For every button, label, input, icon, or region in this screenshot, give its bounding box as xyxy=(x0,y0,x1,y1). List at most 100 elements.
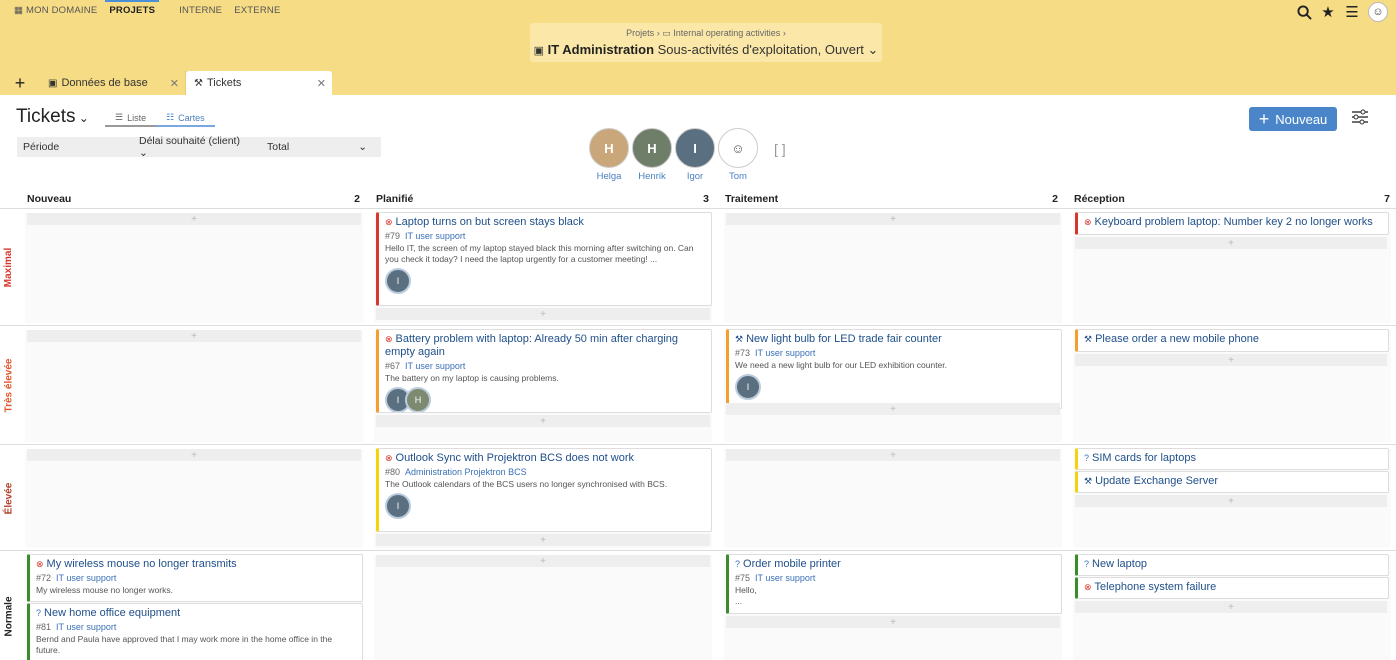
add-card-button[interactable]: + xyxy=(1075,354,1387,366)
incident-icon: ⊗ xyxy=(1084,217,1092,227)
close-icon[interactable]: ✕ xyxy=(170,77,179,90)
add-card-button[interactable]: + xyxy=(376,415,710,427)
filter-bar: Période Délai souhaité (client) ⌄ Total ⌄ xyxy=(17,135,381,159)
ticket-card-81[interactable]: ? New home office equipment #81 IT user su… xyxy=(27,603,363,660)
person-tom[interactable]: ☺ Tom xyxy=(717,128,759,182)
ticket-card-79[interactable]: ⊗ Laptop turns on but screen stays black … xyxy=(376,212,712,306)
filter-total[interactable]: Total ⌄ xyxy=(255,141,375,153)
add-card-button[interactable]: + xyxy=(27,449,361,461)
lane-cell xyxy=(724,213,1062,323)
ticket-card-75[interactable]: ? Order mobile printer #75 IT user support… xyxy=(726,554,1062,614)
chevron-down-icon: ⌄ xyxy=(867,42,879,57)
ticket-card-73[interactable]: ⚒ New light bulb for LED trade fair count… xyxy=(726,329,1062,409)
tab-tickets[interactable]: ⚒ Tickets ✕ xyxy=(186,71,332,95)
cards-icon: ☷ xyxy=(166,112,175,122)
add-card-button[interactable]: + xyxy=(376,555,710,567)
swimlane-elevee: Élevée + ⊗ Outlook Sync with Projektron B… xyxy=(0,444,1396,550)
column-header-reception: Réception 7 xyxy=(1074,193,1390,205)
swimlane-normale: Normale ⊗ My wireless mouse no longer tra… xyxy=(0,550,1396,660)
add-card-button[interactable]: + xyxy=(726,449,1060,461)
add-card-button[interactable]: + xyxy=(27,213,361,225)
ticket-card-mobile-phone[interactable]: ⚒ Please order a new mobile phone xyxy=(1075,329,1389,352)
nav-interne[interactable]: Interne xyxy=(167,5,234,16)
ticket-card-sim-cards[interactable]: ? SIM cards for laptops xyxy=(1075,448,1389,470)
breadcrumb-separator: › xyxy=(782,28,786,38)
avatar: H xyxy=(405,387,431,412)
lane-cell xyxy=(25,213,363,323)
ticket-card-67[interactable]: ⊗ Battery problem with laptop: Already 50… xyxy=(376,329,712,413)
add-card-button[interactable]: + xyxy=(726,403,1060,415)
project-header: Projets › ▭ Internal operating activitie… xyxy=(530,23,882,62)
nav-projets[interactable]: Projets xyxy=(105,0,167,16)
column-header-nouveau: Nouveau 2 xyxy=(27,193,360,205)
chevron-down-icon: ⌄ xyxy=(75,111,89,125)
search-icon[interactable] xyxy=(1296,4,1312,20)
avatar: ☺ xyxy=(718,128,758,168)
add-card-button[interactable]: + xyxy=(376,308,710,320)
menu-icon[interactable]: ☰ xyxy=(1344,4,1360,21)
new-ticket-button[interactable]: + Nouveau xyxy=(1249,107,1337,131)
person-henrik[interactable]: H Henrik xyxy=(631,128,673,182)
people-filter: H Helga H Henrik I Igor ☺ Tom xyxy=(588,128,759,182)
page-title[interactable]: Tickets ⌄ xyxy=(16,106,89,128)
ticket-card-keyboard[interactable]: ⊗ Keyboard problem laptop: Number key 2 n… xyxy=(1075,212,1389,235)
person-igor[interactable]: I Igor xyxy=(674,128,716,182)
incident-icon: ⊗ xyxy=(385,453,393,463)
app-root: ▦ Mon domaine Projets Interne Externe ★ … xyxy=(0,0,1396,660)
main-nav: ▦ Mon domaine Projets Interne Externe xyxy=(14,0,293,16)
breadcrumb-separator: › xyxy=(656,28,660,38)
tab-donnees-de-base[interactable]: ▣ Données de base ✕ xyxy=(40,71,186,95)
add-card-button[interactable]: + xyxy=(1075,237,1387,249)
chevron-down-icon: ⌄ xyxy=(139,147,148,159)
add-card-button[interactable]: + xyxy=(726,616,1060,628)
breadcrumb-internal[interactable]: Internal operating activities xyxy=(673,28,780,38)
ticket-card-80[interactable]: ⊗ Outlook Sync with Projektron BCS does n… xyxy=(376,448,712,532)
nav-externe[interactable]: Externe xyxy=(234,5,292,16)
star-icon[interactable]: ★ xyxy=(1320,4,1336,21)
expand-icon[interactable]: [ ] xyxy=(774,141,786,157)
add-card-button[interactable]: + xyxy=(27,330,361,342)
list-icon: ☰ xyxy=(115,112,124,122)
add-card-button[interactable]: + xyxy=(1075,495,1387,507)
lane-cell xyxy=(374,555,712,660)
tools-icon: ⚒ xyxy=(194,77,203,89)
project-icon: ▣ xyxy=(48,77,58,89)
lane-label: Élevée xyxy=(3,482,15,514)
question-icon: ? xyxy=(735,559,741,569)
nav-mon-domaine[interactable]: ▦ Mon domaine xyxy=(14,5,109,16)
incident-icon: ⊗ xyxy=(1084,582,1092,592)
close-icon[interactable]: ✕ xyxy=(317,77,326,90)
avatar: H xyxy=(589,128,629,168)
avatar: I xyxy=(385,493,411,519)
add-card-button[interactable]: + xyxy=(726,213,1060,225)
plus-icon: + xyxy=(1258,108,1270,129)
settings-sliders-icon[interactable] xyxy=(1351,109,1369,130)
avatar: I xyxy=(735,374,761,400)
column-header-planifie: Planifié 3 xyxy=(376,193,709,205)
question-icon: ? xyxy=(36,608,42,618)
incident-icon: ⊗ xyxy=(36,559,44,569)
add-card-button[interactable]: + xyxy=(376,534,710,546)
project-title[interactable]: ▣ IT Administration Sous-activités d'exp… xyxy=(530,42,882,58)
filter-period[interactable]: Période xyxy=(17,141,127,153)
view-cards-button[interactable]: ☷ Cartes xyxy=(156,110,215,127)
chevron-down-icon: ⌄ xyxy=(358,141,367,153)
add-tab-button[interactable]: + xyxy=(0,71,40,95)
view-list-button[interactable]: ☰ Liste xyxy=(105,110,157,127)
swimlane-tres-elevee: Très élevée + ⊗ Battery problem with lapt… xyxy=(0,325,1396,444)
lane-label: Normale xyxy=(3,595,15,637)
lane-cell xyxy=(724,449,1062,548)
person-helga[interactable]: H Helga xyxy=(588,128,630,182)
ticket-card-exchange[interactable]: ⚒ Update Exchange Server xyxy=(1075,471,1389,493)
ticket-card-telephone[interactable]: ⊗ Telephone system failure xyxy=(1075,577,1389,599)
user-avatar[interactable]: ☺ xyxy=(1368,2,1388,22)
filter-deadline[interactable]: Délai souhaité (client) ⌄ xyxy=(127,135,255,159)
add-card-button[interactable]: + xyxy=(1075,601,1387,613)
breadcrumb: Projets › ▭ Internal operating activitie… xyxy=(530,28,882,39)
swimlane-maximal: Maximal + ⊗ Laptop turns on but screen st… xyxy=(0,208,1396,325)
ticket-card-new-laptop[interactable]: ? New laptop xyxy=(1075,554,1389,576)
ticket-card-72[interactable]: ⊗ My wireless mouse no longer transmits #… xyxy=(27,554,363,602)
lane-cell xyxy=(25,330,363,442)
tools-icon: ⚒ xyxy=(1084,334,1093,344)
breadcrumb-projets[interactable]: Projets xyxy=(626,28,654,38)
